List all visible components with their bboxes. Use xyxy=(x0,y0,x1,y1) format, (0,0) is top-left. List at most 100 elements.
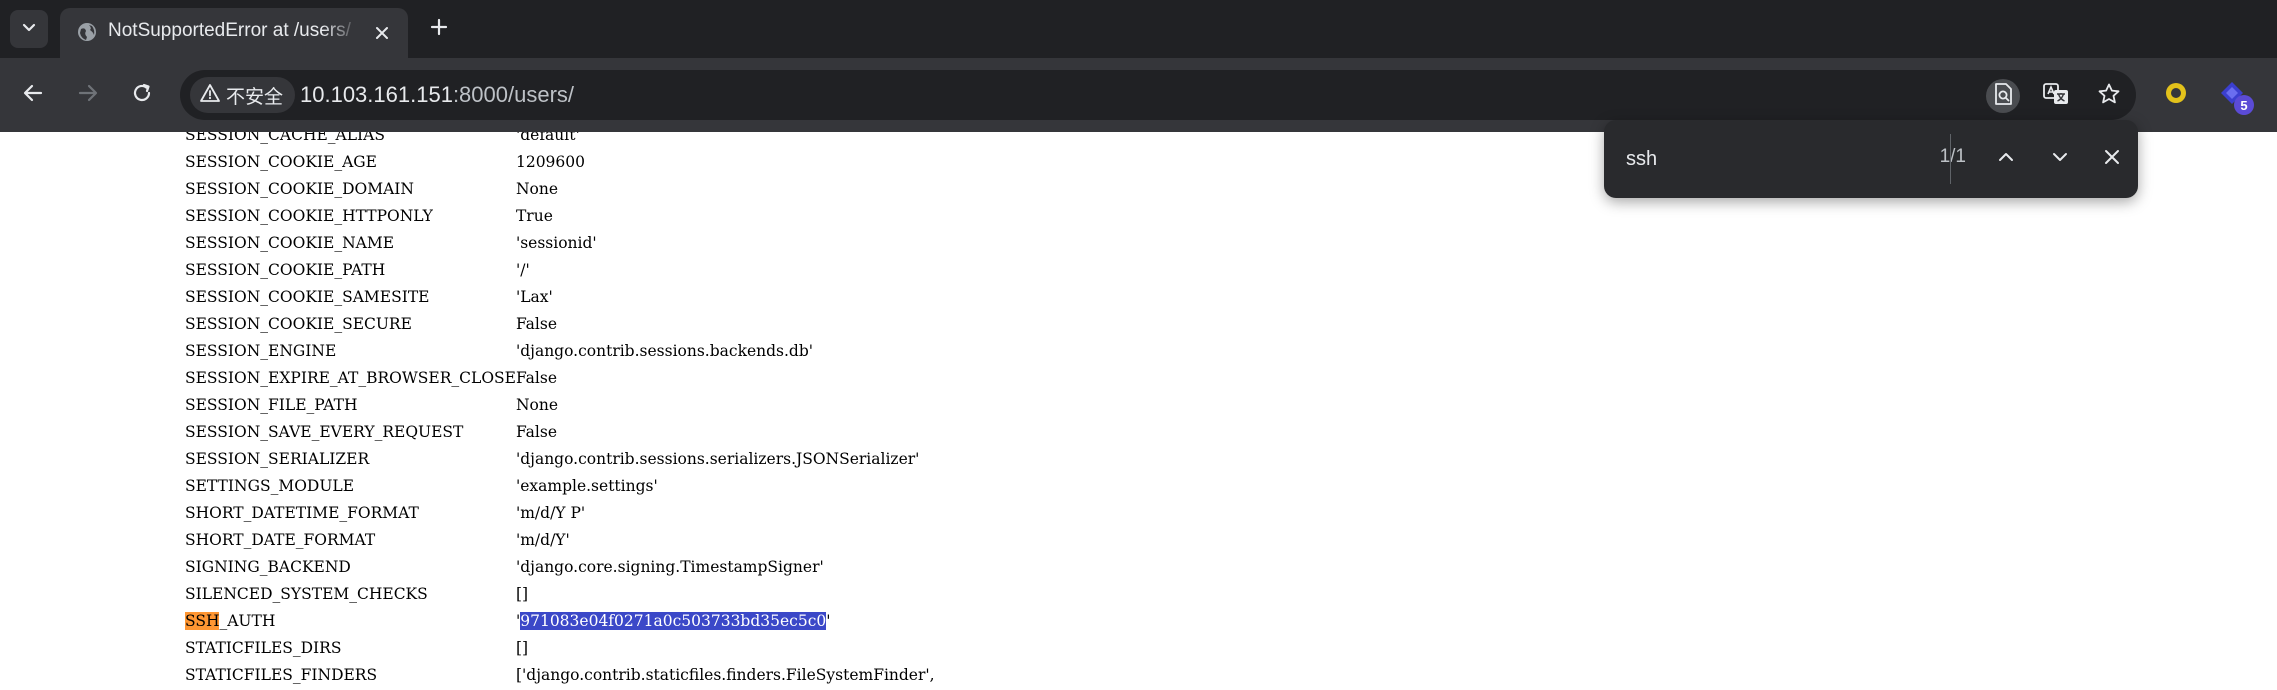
setting-key: SESSION_COOKIE_SECURE xyxy=(185,314,412,333)
setting-value: '/' xyxy=(515,260,530,279)
table-row: SIGNING_BACKEND 'django.core.signing.Time… xyxy=(181,553,935,580)
find-match-highlight: SSH xyxy=(185,611,220,630)
setting-key: SILENCED_SYSTEM_CHECKS xyxy=(185,584,428,603)
find-divider xyxy=(1950,134,1951,184)
table-row: SHORT_DATETIME_FORMAT 'm/d/Y P' xyxy=(181,499,935,526)
table-row: SESSION_COOKIE_AGE 1209600 xyxy=(181,148,935,175)
table-row: SHORT_DATE_FORMAT 'm/d/Y' xyxy=(181,526,935,553)
globe-icon xyxy=(76,21,98,43)
setting-value: None xyxy=(515,179,559,198)
chevron-down-icon xyxy=(2051,148,2069,170)
setting-value: 'm/d/Y' xyxy=(515,530,570,549)
setting-value: True xyxy=(515,206,553,225)
find-in-page-button[interactable] xyxy=(1986,79,2020,113)
setting-key: SESSION_CACHE_ALIAS xyxy=(185,132,385,144)
extension-badge: 5 xyxy=(2234,95,2254,115)
setting-value: 'Lax' xyxy=(515,287,553,306)
table-row-ssh-auth: SSH_AUTH '971083e04f0271a0c503733bd35ec5… xyxy=(181,607,935,634)
active-tab[interactable]: NotSupportedError at /users/ xyxy=(60,8,408,58)
table-row: SESSION_EXPIRE_AT_BROWSER_CLOSE False xyxy=(181,364,935,391)
page-content: SESSION_CACHE_ALIAS 'default' SESSION_COO… xyxy=(0,132,2277,690)
settings-table: SESSION_CACHE_ALIAS 'default' SESSION_COO… xyxy=(181,132,935,688)
reload-button[interactable] xyxy=(124,77,160,113)
table-row: SESSION_COOKIE_PATH '/' xyxy=(181,256,935,283)
star-icon xyxy=(2097,82,2121,110)
setting-value: 'sessionid' xyxy=(515,233,597,252)
selected-text[interactable]: 971083e04f0271a0c503733bd35ec5c0 xyxy=(520,611,827,630)
tab-search-button[interactable] xyxy=(10,10,48,48)
extension-button-yellow[interactable] xyxy=(2158,77,2194,113)
setting-value: False xyxy=(515,422,557,441)
find-close-button[interactable] xyxy=(2094,141,2130,177)
find-match-count: 1/1 xyxy=(1939,146,1966,167)
address-bar[interactable]: 不安全 10.103.161.151:8000/users/ xyxy=(180,70,2136,120)
table-row: SESSION_COOKIE_SECURE False xyxy=(181,310,935,337)
setting-value[interactable]: '971083e04f0271a0c503733bd35ec5c0' xyxy=(516,607,935,634)
bookmark-button[interactable] xyxy=(2092,79,2126,113)
setting-key: SHORT_DATETIME_FORMAT xyxy=(185,503,419,522)
new-tab-button[interactable] xyxy=(424,14,454,44)
setting-key: SESSION_COOKIE_NAME xyxy=(185,233,395,252)
setting-key: SESSION_FILE_PATH xyxy=(185,395,358,414)
table-row: STATICFILES_DIRS [] xyxy=(181,634,935,661)
translate-button[interactable] xyxy=(2039,79,2073,113)
setting-key: SESSION_ENGINE xyxy=(185,341,337,360)
setting-key: SSH_AUTH xyxy=(181,607,516,634)
setting-value: 'django.contrib.sessions.serializers.JSO… xyxy=(515,449,920,468)
setting-key: SESSION_COOKIE_DOMAIN xyxy=(185,179,414,198)
chevron-down-icon xyxy=(21,19,37,39)
table-row: SESSION_SAVE_EVERY_REQUEST False xyxy=(181,418,935,445)
setting-key: SESSION_COOKIE_AGE xyxy=(185,152,377,171)
setting-value: 'django.contrib.sessions.backends.db' xyxy=(515,341,814,360)
warning-icon xyxy=(200,83,220,107)
arrow-left-icon xyxy=(22,82,44,108)
setting-value: 'example.settings' xyxy=(515,476,658,495)
setting-value: [] xyxy=(515,638,529,657)
setting-value: None xyxy=(515,395,559,414)
setting-key: SESSION_SAVE_EVERY_REQUEST xyxy=(185,422,464,441)
close-icon xyxy=(2104,149,2120,169)
find-in-page-icon xyxy=(1992,82,2014,110)
table-row: SETTINGS_MODULE 'example.settings' xyxy=(181,472,935,499)
value-quote-close: ' xyxy=(826,611,831,630)
table-row: SESSION_COOKIE_HTTPONLY True xyxy=(181,202,935,229)
forward-button[interactable] xyxy=(70,77,106,113)
setting-key: SETTINGS_MODULE xyxy=(185,476,355,495)
arrow-right-icon xyxy=(77,82,99,108)
back-button[interactable] xyxy=(15,77,51,113)
setting-value: False xyxy=(515,368,557,387)
setting-key: SESSION_EXPIRE_AT_BROWSER_CLOSE xyxy=(185,368,516,387)
close-tab-icon[interactable] xyxy=(370,21,394,45)
url-path: :8000/users/ xyxy=(452,82,575,107)
find-next-button[interactable] xyxy=(2042,141,2078,177)
setting-key-rest: _AUTH xyxy=(219,611,276,630)
table-row: SESSION_COOKIE_DOMAIN None xyxy=(181,175,935,202)
reload-icon xyxy=(131,82,153,108)
url-text[interactable]: 10.103.161.151:8000/users/ xyxy=(300,82,574,108)
find-previous-button[interactable] xyxy=(1988,141,2024,177)
table-row: STATICFILES_FINDERS ['django.contrib.stat… xyxy=(181,661,935,688)
chevron-up-icon xyxy=(1997,148,2015,170)
setting-value: ['django.contrib.staticfiles.finders.Fil… xyxy=(515,665,935,684)
table-row: SILENCED_SYSTEM_CHECKS [] xyxy=(181,580,935,607)
translate-icon xyxy=(2043,82,2069,110)
setting-key: SESSION_SERIALIZER xyxy=(185,449,370,468)
setting-value: False xyxy=(515,314,557,333)
setting-key: SESSION_COOKIE_PATH xyxy=(185,260,386,279)
tab-strip: NotSupportedError at /users/ xyxy=(0,0,2277,58)
not-secure-label: 不安全 xyxy=(226,85,284,108)
setting-key: SESSION_COOKIE_HTTPONLY xyxy=(185,206,433,225)
setting-value: 'default' xyxy=(515,132,580,144)
setting-key: SHORT_DATE_FORMAT xyxy=(185,530,376,549)
table-row: SESSION_CACHE_ALIAS 'default' xyxy=(181,132,935,148)
url-host: 10.103.161.151 xyxy=(300,82,453,107)
table-row: SESSION_ENGINE 'django.contrib.sessions.b… xyxy=(181,337,935,364)
setting-value: 'django.core.signing.TimestampSigner' xyxy=(515,557,824,576)
table-row: SESSION_SERIALIZER 'django.contrib.sessio… xyxy=(181,445,935,472)
site-security-chip[interactable]: 不安全 xyxy=(190,77,296,113)
setting-value: 'm/d/Y P' xyxy=(515,503,586,522)
setting-value: [] xyxy=(515,584,529,603)
setting-key: STATICFILES_DIRS xyxy=(185,638,342,657)
setting-key: SIGNING_BACKEND xyxy=(185,557,351,576)
extension-button-purple[interactable]: 5 xyxy=(2214,77,2254,115)
